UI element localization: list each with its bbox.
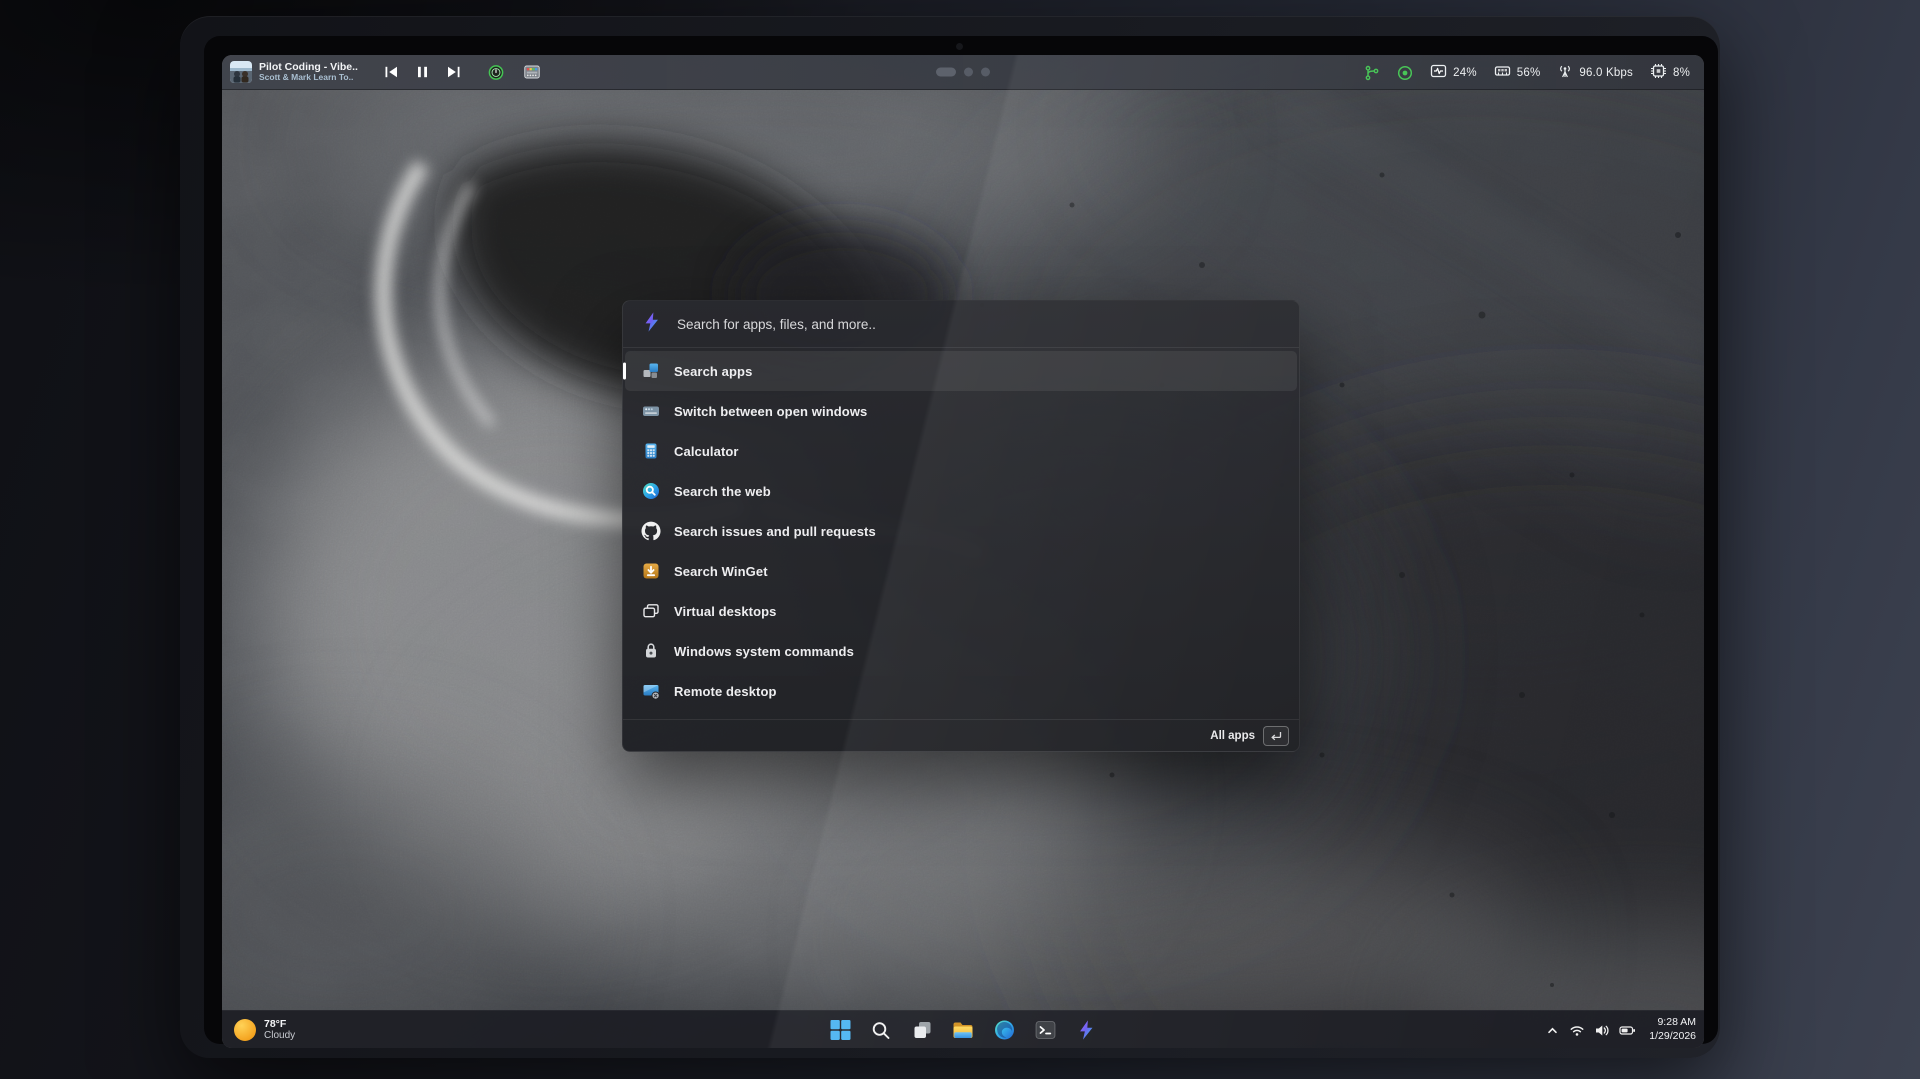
- system-tray: 9:28 AM 1/29/2026: [1545, 1011, 1696, 1048]
- weather-condition: Cloudy: [264, 1030, 295, 1042]
- activity-icon: [1430, 63, 1447, 82]
- all-apps-button[interactable]: All apps: [1210, 730, 1255, 742]
- palette-item-virtual-desktops[interactable]: Virtual desktops: [625, 591, 1297, 631]
- network-icon: [1557, 63, 1573, 82]
- enter-key-icon[interactable]: [1263, 726, 1289, 746]
- sun-icon: [234, 1019, 256, 1041]
- top-status-bar: Pilot Coding - Vibe.. Scott & Mark Learn…: [222, 55, 1704, 90]
- edge-button[interactable]: [991, 1017, 1018, 1044]
- palette-item-web-search[interactable]: Search the web: [625, 471, 1297, 511]
- pause-button[interactable]: [415, 64, 431, 80]
- weather-widget[interactable]: 78°F Cloudy: [234, 1011, 295, 1048]
- media-info: Pilot Coding - Vibe.. Scott & Mark Learn…: [259, 61, 358, 83]
- palette-item-label: Calculator: [674, 444, 739, 459]
- memory-stat: 56%: [1494, 63, 1541, 82]
- cpu-icon: [1650, 63, 1667, 82]
- wifi-icon[interactable]: [1569, 1023, 1585, 1038]
- volume-icon[interactable]: [1594, 1023, 1610, 1038]
- palette-item-github[interactable]: Search issues and pull requests: [625, 511, 1297, 551]
- palette-item-search-apps[interactable]: Search apps: [625, 351, 1297, 391]
- virtual-desktops-icon: [641, 601, 661, 621]
- terminal-button[interactable]: [1032, 1017, 1059, 1044]
- clock-date: 1/29/2026: [1649, 1030, 1696, 1044]
- memory-icon: [1494, 63, 1511, 82]
- activity-value: 24%: [1453, 67, 1477, 79]
- workspace-2[interactable]: [964, 68, 973, 77]
- file-explorer-button[interactable]: [950, 1017, 977, 1044]
- album-art: [230, 61, 252, 83]
- web-search-icon: [641, 481, 661, 501]
- media-controls: [384, 64, 462, 80]
- next-track-button[interactable]: [446, 64, 462, 80]
- display-colors-icon[interactable]: [524, 64, 540, 80]
- cpu-value: 8%: [1673, 67, 1690, 79]
- battery-icon[interactable]: [1619, 1023, 1636, 1038]
- timer-icon[interactable]: [488, 64, 504, 80]
- chevron-up-icon[interactable]: [1545, 1023, 1560, 1038]
- search-input[interactable]: Search for apps, files, and more..: [677, 317, 876, 332]
- calculator-icon: [641, 441, 661, 461]
- clock-time: 9:28 AM: [1649, 1016, 1696, 1030]
- powertoys-bolt-icon: [641, 311, 663, 338]
- palette-results: Search apps Switch between open windows: [623, 348, 1299, 719]
- palette-item-label: Search apps: [674, 364, 752, 379]
- palette-item-window-switcher[interactable]: Switch between open windows: [625, 391, 1297, 431]
- network-value: 96.0 Kbps: [1579, 67, 1633, 79]
- topbar-extras: [488, 64, 540, 80]
- palette-footer: All apps: [623, 719, 1299, 751]
- lock-icon: [641, 641, 661, 661]
- palette-item-label: Virtual desktops: [674, 604, 777, 619]
- window-switcher-icon: [641, 401, 661, 421]
- github-icon: [641, 521, 661, 541]
- memory-value: 56%: [1517, 67, 1541, 79]
- command-palette: Search for apps, files, and more.. Searc…: [622, 300, 1300, 752]
- system-stats: 24% 56% 96.0 Kbp: [1364, 55, 1690, 90]
- taskbar: 78°F Cloudy: [222, 1010, 1704, 1048]
- workspace-3[interactable]: [981, 68, 990, 77]
- webcam: [956, 43, 963, 50]
- cpu-stat: 8%: [1650, 63, 1690, 82]
- workspace-1-active[interactable]: [936, 68, 956, 77]
- media-subtitle: Scott & Mark Learn To..: [259, 73, 358, 83]
- network-stat: 96.0 Kbps: [1557, 63, 1633, 82]
- palette-item-calculator[interactable]: Calculator: [625, 431, 1297, 471]
- desktop-screen: Pilot Coding - Vibe.. Scott & Mark Learn…: [222, 55, 1704, 1048]
- activity-stat: 24%: [1430, 63, 1477, 82]
- remote-desktop-icon: [641, 681, 661, 701]
- git-branch-icon: [1364, 65, 1380, 81]
- start-button[interactable]: [827, 1017, 854, 1044]
- palette-item-winget[interactable]: Search WinGet: [625, 551, 1297, 591]
- record-icon: [1397, 65, 1413, 81]
- palette-item-label: Remote desktop: [674, 684, 777, 699]
- winget-icon: [641, 561, 661, 581]
- weather-temperature: 78°F: [264, 1018, 295, 1031]
- workspace-indicator: [936, 68, 990, 77]
- taskbar-icons: [827, 1011, 1100, 1048]
- powertoys-run-button[interactable]: [1073, 1017, 1100, 1044]
- scene: Pilot Coding - Vibe.. Scott & Mark Learn…: [0, 0, 1920, 1079]
- previous-track-button[interactable]: [384, 64, 400, 80]
- palette-item-label: Search issues and pull requests: [674, 524, 876, 539]
- clock[interactable]: 9:28 AM 1/29/2026: [1649, 1016, 1696, 1043]
- media-widget[interactable]: Pilot Coding - Vibe.. Scott & Mark Learn…: [230, 61, 358, 83]
- task-view-button[interactable]: [909, 1017, 936, 1044]
- palette-item-remote-desktop[interactable]: Remote desktop: [625, 671, 1297, 711]
- palette-item-label: Windows system commands: [674, 644, 854, 659]
- search-apps-icon: [641, 361, 661, 381]
- search-button[interactable]: [868, 1017, 895, 1044]
- palette-item-label: Switch between open windows: [674, 404, 867, 419]
- palette-item-label: Search the web: [674, 484, 771, 499]
- palette-item-label: Search WinGet: [674, 564, 768, 579]
- palette-search-bar[interactable]: Search for apps, files, and more..: [623, 301, 1299, 348]
- palette-item-system-commands[interactable]: Windows system commands: [625, 631, 1297, 671]
